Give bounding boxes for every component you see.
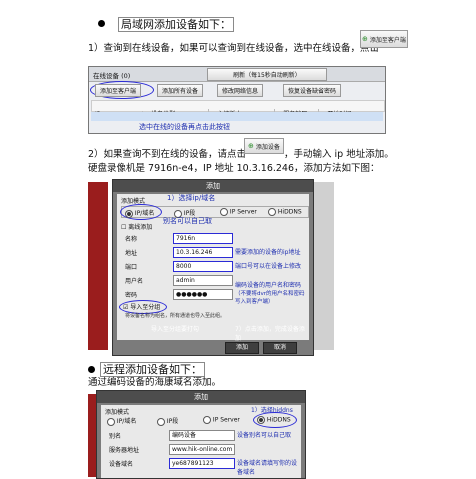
device-table-row[interactable] — [91, 112, 383, 121]
add-to-client-button[interactable]: 添加至客户端 — [95, 84, 142, 97]
import-group-checkbox[interactable]: ☑ 导入至分组 — [123, 302, 160, 311]
mode-hiddns-label: HiDDNS — [277, 208, 302, 216]
field-password-label: 密码 — [125, 292, 138, 299]
dialog2-body: 添加模式 1）选择hiddns IP/域名 IP段 IP Server HiDD… — [101, 405, 301, 478]
d2-mode-ip-domain[interactable]: IP/域名 — [107, 416, 136, 426]
modify-network-button[interactable]: 修改网络信息 — [217, 84, 264, 97]
app-right-strip — [312, 182, 334, 350]
dialog2-mode-row: IP/域名 IP段 IP Server HiDDNS — [105, 412, 297, 428]
add-device-icon: ⊕ — [248, 142, 254, 150]
mode-radio-row: IP/域名 IP段 IP Server HiDDNS — [120, 204, 309, 220]
radio-icon — [268, 208, 276, 216]
section-1-paragraph: 1）查询到在线设备，如果可以查询到在线设备，选中在线设备，点击 — [88, 43, 380, 54]
field-port-label: 端口 — [125, 264, 138, 271]
d2-mode-ip-server-label: IP Server — [212, 416, 240, 424]
online-devices-panel: 在线设备 (0) 刷新（每15秒自动刷新） 添加至客户端 添加所有设备 修改网络… — [88, 66, 386, 134]
d2-mode-ip-domain-label: IP/域名 — [116, 418, 137, 425]
mode-ip-server-label: IP Server — [229, 208, 257, 216]
section-1-heading: 局域网添加设备如下： — [118, 16, 234, 32]
field-username-label: 用户名 — [125, 278, 144, 285]
import-hint: 将设备名称为组名，所有通道也导入至此组。 — [125, 313, 226, 319]
d2-mode-ip-server[interactable]: IP Server — [203, 416, 240, 424]
offline-add-label: 离线添加 — [128, 224, 153, 231]
section-3-paragraph: 通过编码设备的海康域名添加。 — [88, 377, 222, 388]
dialog-cancel-button[interactable]: 取消 — [263, 342, 297, 354]
refresh-button[interactable]: 刷新（每15秒自动刷新） — [207, 68, 327, 81]
mode-ip-server[interactable]: IP Server — [220, 208, 257, 216]
d2-field-server-input[interactable]: www.hik-online.com — [169, 444, 235, 455]
section-2-para-c: 硬盘录像机是 7916n-e4，IP 地址 10.3.16.246，添加方法如下… — [88, 163, 380, 174]
d2-mode-hiddns-label: HiDDNS — [266, 416, 291, 424]
d2-field-alias-input[interactable]: 编码设备 — [169, 430, 235, 441]
mode-hiddns[interactable]: HiDDNS — [268, 208, 302, 216]
online-devices-label: 在线设备 (0) — [93, 72, 131, 80]
d2-annot-domain: 设备域名请填写你的设备域名 — [237, 460, 298, 476]
select-device-note: 选中在线的设备再点击此按钮 — [139, 123, 230, 131]
radio-selected-icon — [257, 416, 265, 424]
section-2-para-b: ，手动输入 ip 地址添加。 — [284, 149, 394, 160]
offline-add-checkbox[interactable]: ☐ 离线添加 — [121, 222, 152, 231]
annot-confirm: 7）点击添加，完成设备添加 — [235, 326, 305, 342]
restore-password-button[interactable]: 恢复设备缺省密码 — [283, 84, 342, 97]
add-all-devices-button[interactable]: 添加所有设备 — [157, 84, 204, 97]
bullet-1 — [98, 20, 105, 27]
d2-field-alias-label: 别名 — [109, 433, 122, 440]
dialog-body: 添加模式 1）选择ip/域名 IP/域名 IP段 IP Server HiDDN… — [117, 194, 309, 342]
inline-add-to-client-button: ⊕ 添加至客户端 — [360, 30, 408, 48]
annot-name: 别名可以自己取 — [163, 217, 212, 225]
add-device-dialog: 添加 添加模式 1）选择ip/域名 IP/域名 IP段 IP Server Hi… — [112, 179, 314, 356]
hiddns-add-dialog: 添加 添加模式 1）选择hiddns IP/域名 IP段 IP Server H… — [96, 390, 306, 479]
dialog2-title: 添加 — [97, 391, 305, 403]
field-address-input[interactable]: 10.3.16.246 — [173, 247, 233, 258]
annot-port: 端口号可以在设备上修改 — [235, 263, 302, 270]
inline-add-device-button: ⊕ 添加设备 — [244, 138, 284, 154]
d2-mode-hiddns[interactable]: HiDDNS — [257, 416, 291, 424]
radio-icon — [157, 417, 165, 426]
add-icon: ⊕ — [362, 35, 368, 43]
d2-field-server-label: 服务器地址 — [109, 447, 140, 454]
radio-icon — [220, 208, 228, 216]
d2-field-domain-input[interactable]: ye687891123 — [169, 458, 235, 469]
field-port-input[interactable]: 8000 — [173, 261, 233, 272]
section-3-heading-text: 远程添加设备如下： — [100, 362, 205, 377]
inline-add-device-label: 添加设备 — [255, 143, 280, 151]
annot-choose-ip: 1）选择ip/域名 — [167, 194, 216, 202]
field-name-label: 名称 — [125, 236, 138, 243]
online-devices-bar: 在线设备 (0) 刷新（每15秒自动刷新） — [89, 67, 385, 82]
app-sidebar-strip — [88, 182, 108, 350]
dialog-title: 添加 — [113, 180, 313, 192]
dialog-add-button[interactable]: 添加 — [225, 342, 259, 354]
device-table-header: IP 设备类型 主控版本 服务端口 开始时间 — [91, 100, 385, 118]
d2-mode-ip-range[interactable]: IP段 — [157, 416, 178, 426]
annot-ip: 需要添加的设备的ip地址 — [235, 249, 301, 256]
import-group-label: 导入至分组 — [130, 304, 161, 311]
d2-annot-name: 设备别名可以自己取 — [237, 432, 292, 439]
d2-field-domain-label: 设备域名 — [109, 461, 134, 468]
radio-selected-icon — [125, 209, 133, 218]
field-username-input[interactable]: admin — [173, 275, 233, 286]
bullet-3 — [88, 366, 95, 373]
inline-add-to-client-label: 添加至客户端 — [369, 36, 406, 44]
radio-icon — [107, 417, 115, 426]
section-1-heading-text: 局域网添加设备如下： — [118, 17, 234, 32]
field-password-input[interactable]: ●●●●●● — [173, 289, 233, 300]
annot-password-2: （不要将dvr的用户名和密码写入到客户端） — [235, 291, 305, 305]
online-devices-toolbar: 添加至客户端 添加所有设备 修改网络信息 恢复设备缺省密码 — [90, 81, 383, 99]
annot-import: 导入至分组要打勾 — [151, 326, 200, 333]
mode-ip-domain[interactable]: IP/域名 — [125, 208, 154, 218]
field-name-input[interactable]: 7916n — [173, 233, 233, 244]
radio-icon — [203, 416, 211, 424]
field-address-label: 地址 — [125, 250, 138, 257]
section-3-heading: 远程添加设备如下： — [100, 361, 205, 377]
mode-ip-domain-label: IP/域名 — [134, 210, 155, 217]
d2-mode-ip-range-label: IP段 — [166, 418, 179, 425]
section-2-para-a: 2）如果查询不到在线的设备，请点击 — [88, 149, 247, 160]
annot-password: 编码设备的用户名和密码 — [235, 282, 302, 289]
